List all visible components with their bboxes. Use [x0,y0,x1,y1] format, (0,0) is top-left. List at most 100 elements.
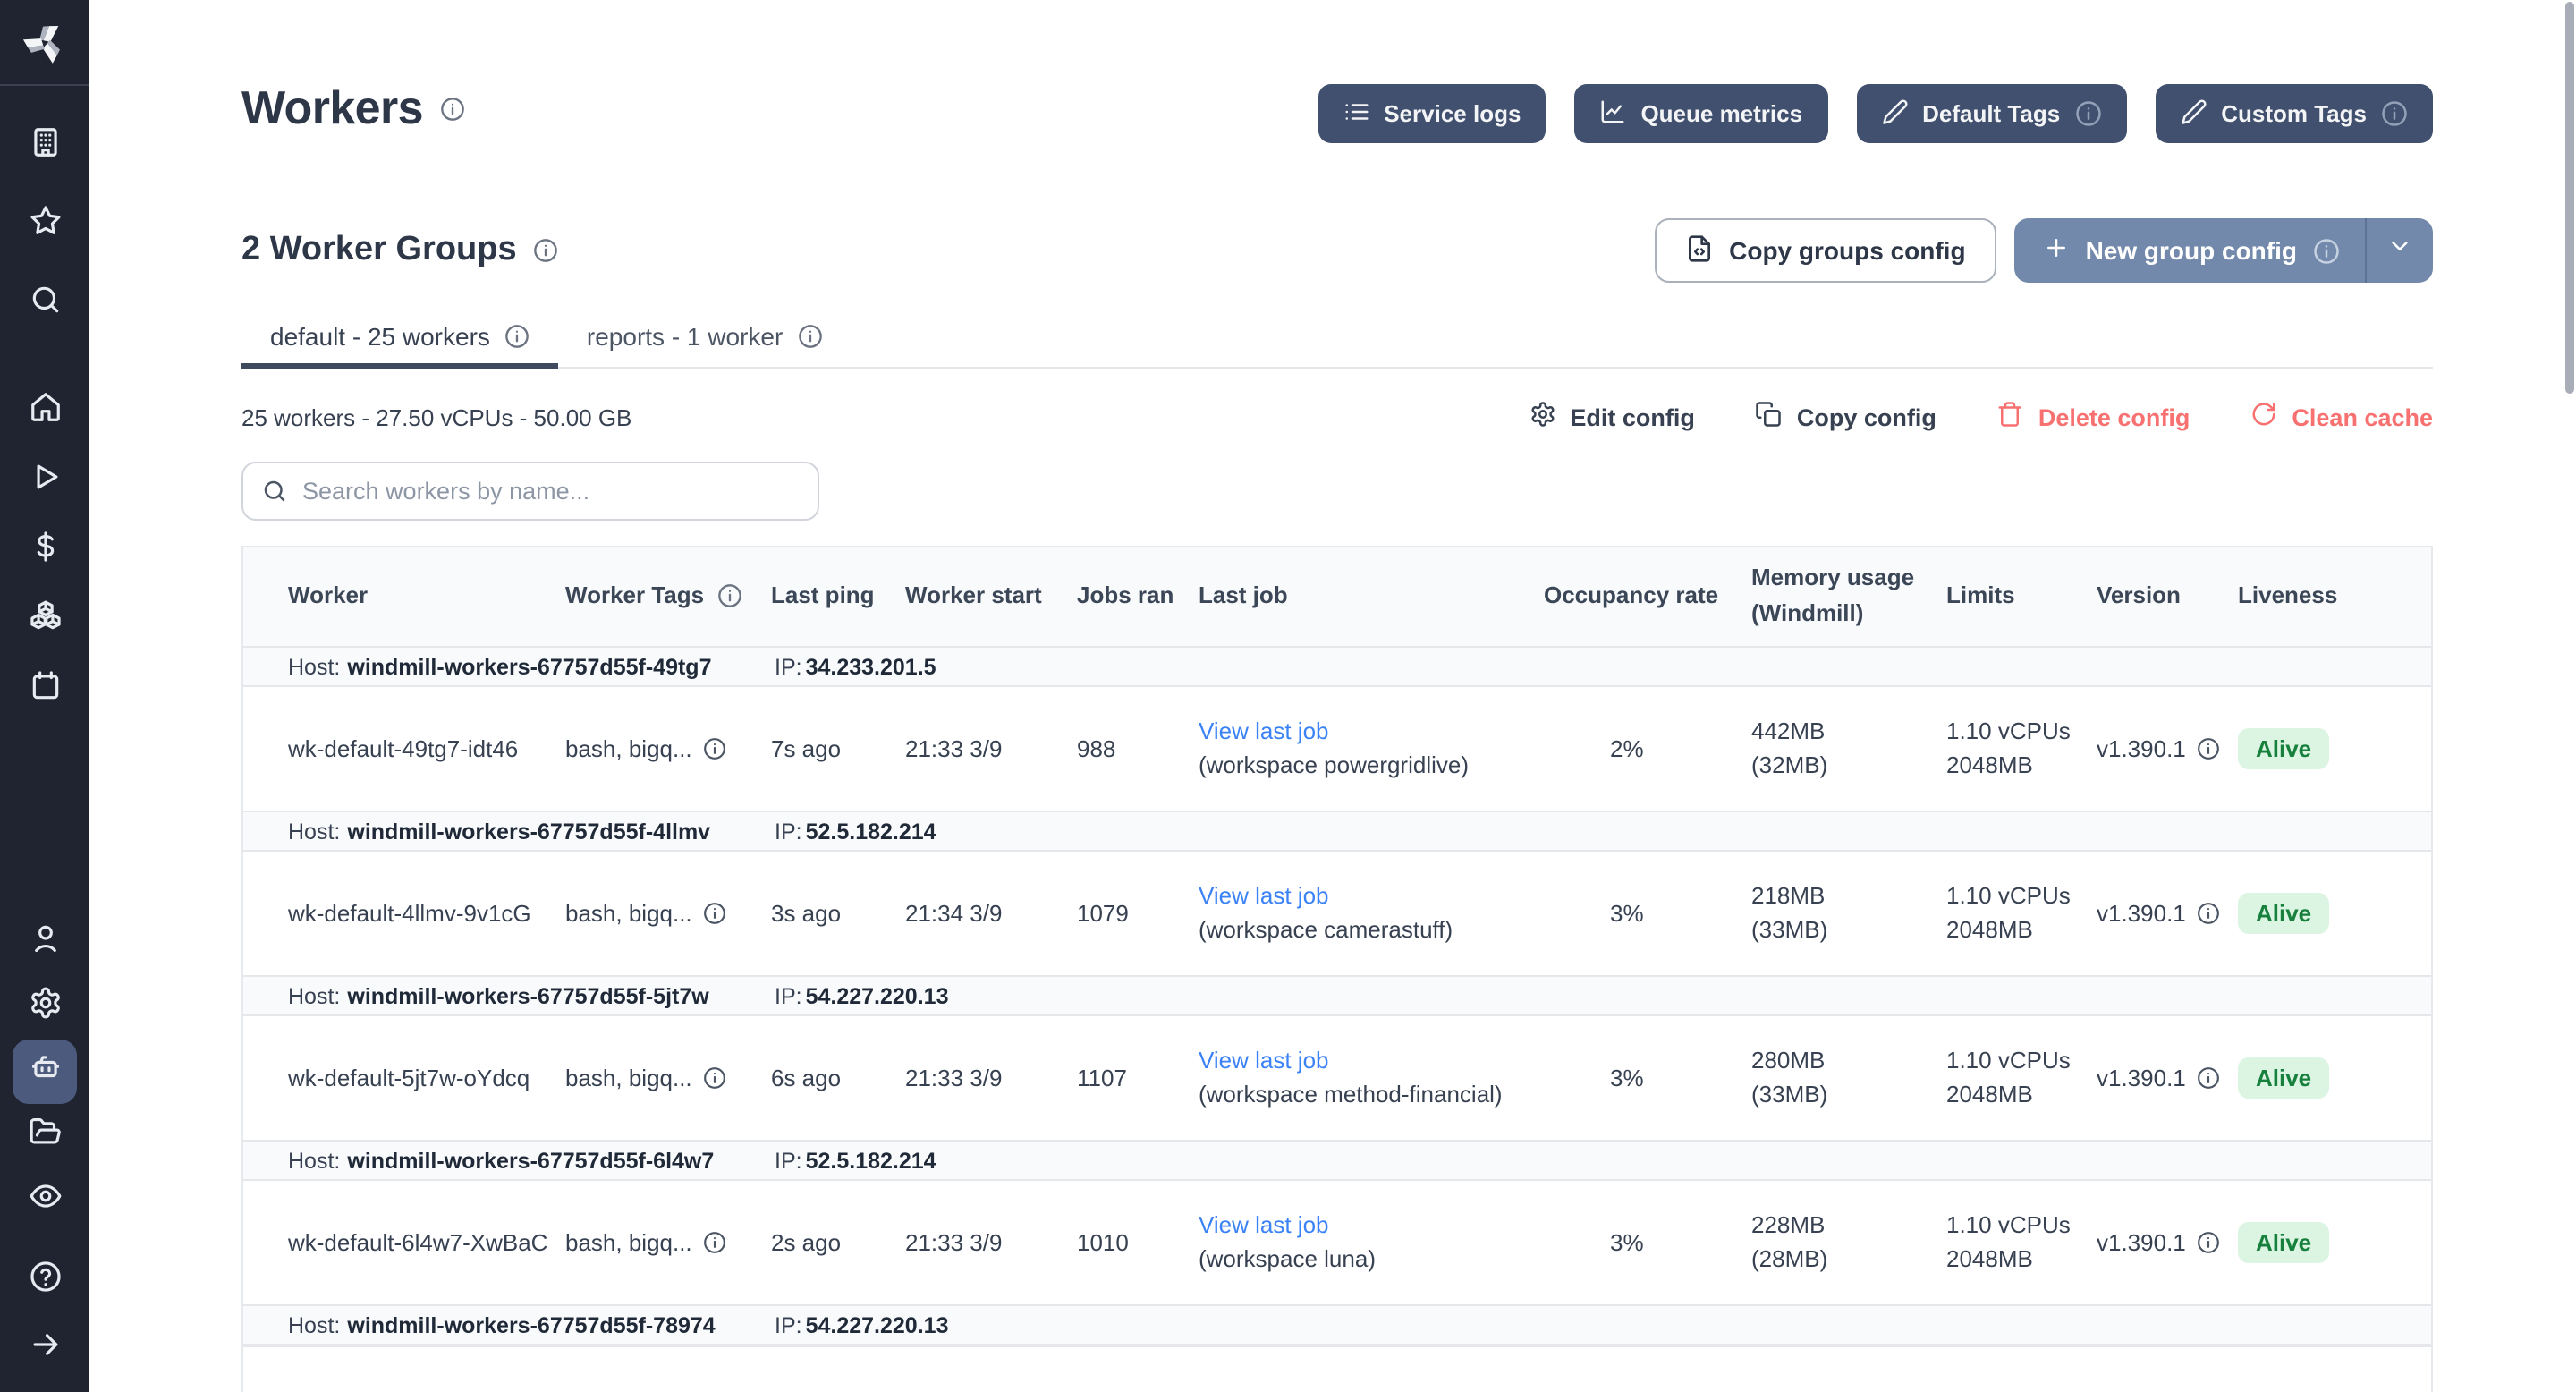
sidebar-bottom-group [0,1249,89,1381]
worker-tags: bash, bigq... [565,735,771,762]
scrollbar-thumb[interactable] [2565,2,2574,394]
windmill-logo[interactable] [0,0,89,86]
sidebar [0,0,89,1392]
info-icon[interactable] [703,902,726,925]
sidebar-item-workspace[interactable] [13,115,77,179]
sidebar-item-runs[interactable] [13,449,77,514]
worker-start: 21:34 3/9 [905,900,1077,927]
tab-reports[interactable]: reports - 1 worker [558,322,851,367]
sidebar-item-folders[interactable] [13,1104,77,1168]
host-name: windmill-workers-67757d55f-6l4w7 [347,1148,714,1173]
tab-default[interactable]: default - 25 workers [242,322,558,367]
col-worker-start: Worker start [905,581,1077,612]
eye-icon [28,1179,62,1222]
queue-metrics-button[interactable]: Queue metrics [1574,84,1827,143]
worker-liveness: Alive [2238,1057,2431,1099]
pencil-icon [2180,98,2207,130]
service-logs-button[interactable]: Service logs [1318,84,1546,143]
user-icon [28,921,62,964]
worker-row: wk-default-49tg7-idt46 bash, bigq... 7s … [243,687,2431,811]
copy-config-button[interactable]: Copy config [1756,401,1936,433]
worker-start: 21:33 3/9 [905,1229,1077,1256]
sidebar-item-schedules[interactable] [13,658,77,723]
sidebar-item-help[interactable] [13,1249,77,1313]
info-icon[interactable] [441,96,466,121]
sidebar-item-users[interactable] [13,911,77,975]
chevron-down-icon [2386,233,2413,268]
worker-memory: 280MB (33MB) [1751,1047,1946,1110]
host-row: Host: windmill-workers-67757d55f-49tg7 I… [243,646,2431,687]
worker-occupancy: 2% [1544,735,1751,762]
sidebar-item-search[interactable] [13,272,77,336]
sidebar-item-favorites[interactable] [13,193,77,258]
file-code-icon [1684,233,1713,267]
host-name: windmill-workers-67757d55f-5jt7w [347,983,708,1008]
sidebar-item-workers[interactable] [13,1040,77,1104]
info-icon[interactable] [533,238,558,263]
new-group-config-dropdown[interactable] [2365,218,2433,283]
edit-config-button[interactable]: Edit config [1529,401,1695,433]
worker-last-ping: 6s ago [771,1065,905,1091]
custom-tags-button[interactable]: Custom Tags [2155,84,2433,143]
info-icon[interactable] [2197,1066,2220,1090]
info-icon[interactable] [2197,1231,2220,1254]
host-row: Host: windmill-workers-67757d55f-78974 I… [243,1304,2431,1345]
info-icon[interactable] [703,1066,726,1090]
sidebar-item-resources[interactable] [13,589,77,653]
info-icon[interactable] [716,584,741,609]
info-icon [504,324,530,349]
worker-last-job: View last job (workspace powergridlive) [1199,717,1544,781]
sidebar-middle-group [0,379,89,723]
sidebar-item-settings[interactable] [13,975,77,1040]
info-icon[interactable] [703,737,726,760]
copy-groups-config-button[interactable]: Copy groups config [1654,218,1996,283]
view-last-job-link[interactable]: View last job [1199,882,1329,912]
delete-config-button[interactable]: Delete config [1997,401,2190,433]
worker-name: wk-default-6l4w7-XwBaC [243,1229,565,1256]
view-last-job-link[interactable]: View last job [1199,717,1329,747]
clean-cache-button[interactable]: Clean cache [2250,401,2433,433]
sidebar-top-group [0,115,89,336]
liveness-badge: Alive [2238,1222,2329,1263]
info-icon [797,324,822,349]
worker-liveness: Alive [2238,893,2431,934]
col-version: Version [2097,581,2238,612]
worker-job-workspace: (workspace camerastuff) [1199,916,1453,946]
col-memory: Memory usage (Windmill) [1751,564,1946,630]
host-ip: 52.5.182.214 [806,819,936,844]
info-icon[interactable] [2197,902,2220,925]
worker-liveness: Alive [2238,728,2431,769]
host-row: Host: windmill-workers-67757d55f-6l4w7 I… [243,1140,2431,1181]
worker-version: v1.390.1 [2097,735,2238,762]
sidebar-item-variables[interactable] [13,519,77,583]
info-icon [2313,237,2340,264]
worker-version: v1.390.1 [2097,900,2238,927]
host-ip: 54.227.220.13 [806,983,949,1008]
chart-icon [1599,98,1626,130]
sidebar-item-audit[interactable] [13,1168,77,1233]
search-input[interactable] [242,462,819,521]
info-icon[interactable] [2197,737,2220,760]
worker-row: wk-default-5jt7w-oYdcq bash, bigq... 6s … [243,1016,2431,1140]
worker-start: 21:33 3/9 [905,1065,1077,1091]
worker-last-job: View last job (workspace method-financia… [1199,1047,1544,1110]
host-ip: 34.233.201.5 [806,654,936,679]
sidebar-item-expand[interactable] [13,1317,77,1381]
page-header: Workers Service logs Queue metrics Defau… [242,81,2433,143]
col-liveness: Liveness [2238,581,2431,612]
refresh-icon [2250,401,2277,433]
boxes-icon [28,599,62,642]
list-icon [1343,98,1369,130]
info-icon[interactable] [703,1231,726,1254]
worker-groups-title: 2 Worker Groups [242,231,558,270]
new-group-config-button[interactable]: New group config [2014,218,2433,283]
default-tags-button[interactable]: Default Tags [1856,84,2126,143]
view-last-job-link[interactable]: View last job [1199,1047,1329,1076]
view-last-job-link[interactable]: View last job [1199,1211,1329,1241]
pencil-icon [1881,98,1908,130]
worker-last-ping: 2s ago [771,1229,905,1256]
copy-icon [1756,401,1783,433]
host-row: Host: windmill-workers-67757d55f-5jt7w I… [243,975,2431,1016]
sidebar-item-home[interactable] [13,379,77,444]
table-partial-row [243,1345,2431,1392]
